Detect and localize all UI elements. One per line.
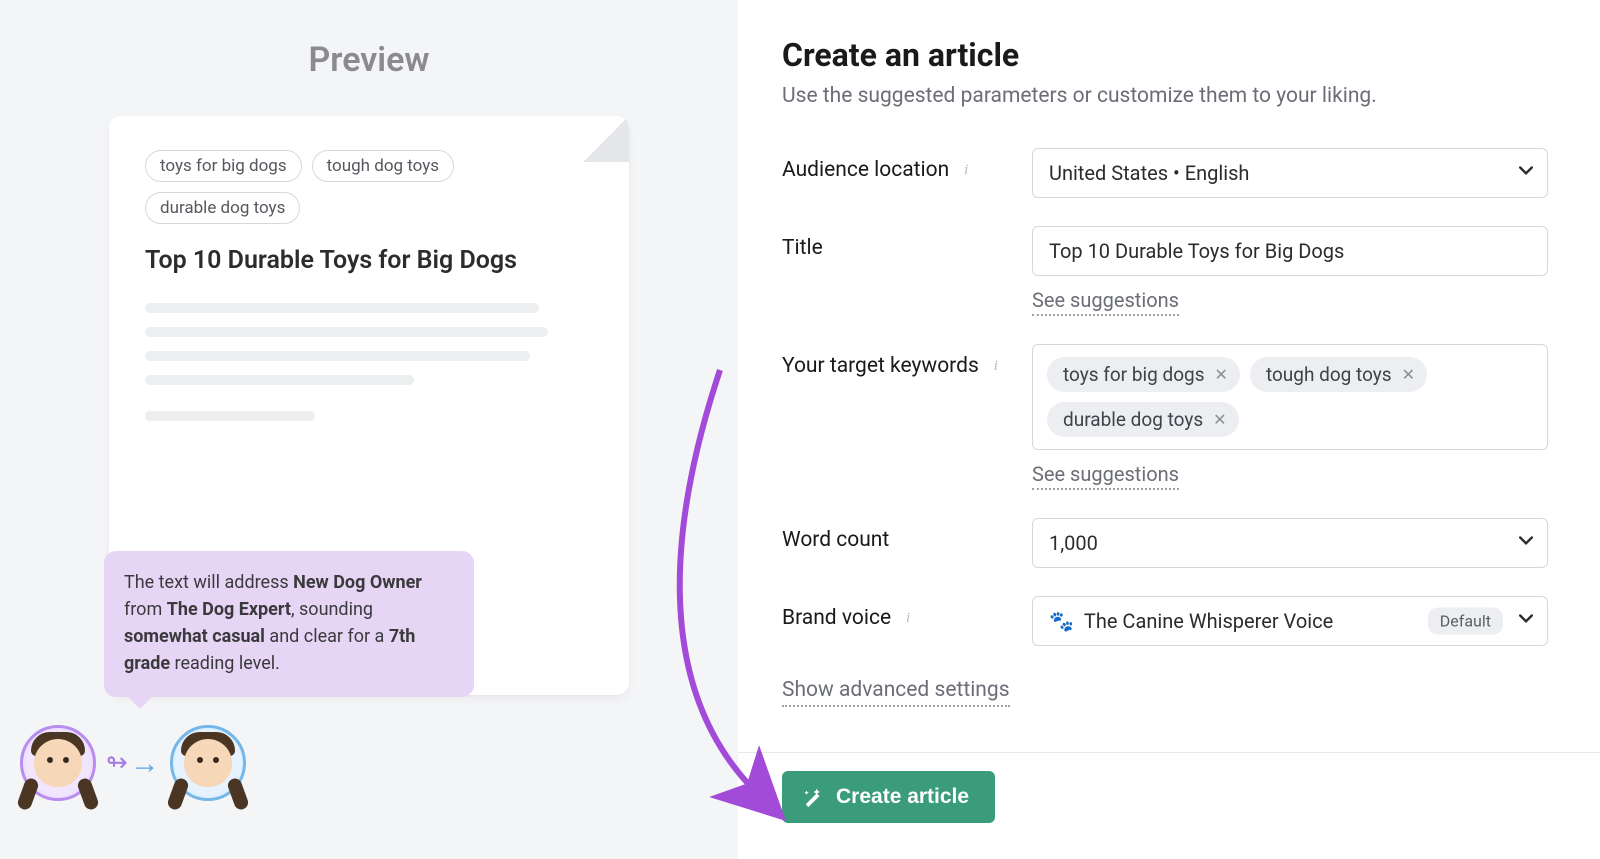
swap-arrow-icon: ↬→ [106,746,160,781]
footer-divider [738,752,1600,753]
keywords-input[interactable]: toys for big dogs ✕ tough dog toys ✕ dur… [1032,344,1548,450]
magic-wand-icon [802,786,824,808]
avatar-to [170,725,246,801]
form-title: Create an article [782,36,1548,74]
avatar-swap-row: ↬→ [20,725,246,801]
word-count-select[interactable]: 1,000 [1032,518,1548,568]
remove-keyword-icon[interactable]: ✕ [1215,365,1228,384]
info-icon[interactable]: i [987,357,1005,375]
callout-text: reading level. [170,653,280,674]
row-audience-location: Audience location i United States • Engl… [782,148,1548,198]
label-text: Brand voice [782,606,891,630]
callout-text: , sounding [291,599,373,620]
remove-keyword-icon[interactable]: ✕ [1213,410,1226,429]
callout-tail-icon [126,695,154,709]
title-see-suggestions-link[interactable]: See suggestions [1032,288,1179,316]
row-keywords: Your target keywords i toys for big dogs… [782,344,1548,490]
callout-audience: New Dog Owner [293,572,422,593]
select-value: United States • English [1049,161,1249,185]
callout-brand: The Dog Expert [167,599,291,620]
preview-tag: tough dog toys [312,150,454,182]
tone-callout: The text will address New Dog Owner from… [104,551,474,697]
brand-voice-select[interactable]: 🐾 The Canine Whisperer Voice Default [1032,596,1548,646]
row-word-count: Word count 1,000 [782,518,1548,568]
label-audience-location: Audience location i [782,148,1032,182]
default-badge: Default [1428,608,1503,635]
preview-tag: toys for big dogs [145,150,302,182]
preview-pane: Preview toys for big dogs tough dog toys… [0,0,738,859]
preview-tags: toys for big dogs tough dog toys durable… [145,150,593,224]
input-value: Top 10 Durable Toys for Big Dogs [1049,239,1344,263]
placeholder-line [145,327,548,337]
keyword-text: tough dog toys [1266,363,1392,386]
preview-heading: Preview [0,40,738,80]
avatar-from [20,725,96,801]
chevron-down-icon [1519,614,1533,628]
label-brand-voice: Brand voice i [782,596,1032,630]
keyword-chip: tough dog toys ✕ [1250,357,1427,392]
remove-keyword-icon[interactable]: ✕ [1402,365,1415,384]
show-advanced-settings-link[interactable]: Show advanced settings [782,678,1010,707]
placeholder-line [145,351,530,361]
label-text: Audience location [782,158,949,182]
title-input[interactable]: Top 10 Durable Toys for Big Dogs [1032,226,1548,276]
callout-text: from [124,599,167,620]
label-text: Your target keywords [782,354,979,378]
info-icon[interactable]: i [957,161,975,179]
keywords-see-suggestions-link[interactable]: See suggestions [1032,462,1179,490]
chevron-down-icon [1519,166,1533,180]
select-value: 1,000 [1049,531,1098,555]
chevron-down-icon [1519,536,1533,550]
callout-tone: somewhat casual [124,626,265,647]
preview-tag: durable dog toys [145,192,300,224]
info-icon[interactable]: i [899,609,917,627]
keyword-chip: durable dog toys ✕ [1047,402,1239,437]
placeholder-line [145,375,414,385]
row-brand-voice: Brand voice i 🐾 The Canine Whisperer Voi… [782,596,1548,646]
label-word-count: Word count [782,518,1032,552]
paw-icon: 🐾 [1049,609,1074,633]
keyword-chip: toys for big dogs ✕ [1047,357,1240,392]
folded-corner-icon [583,116,629,162]
preview-article-title: Top 10 Durable Toys for Big Dogs [145,246,593,275]
form-subtitle: Use the suggested parameters or customiz… [782,84,1548,108]
label-title: Title [782,226,1032,260]
callout-text: and clear for a [265,626,389,647]
label-text: Word count [782,528,889,552]
label-text: Title [782,236,823,260]
placeholder-line [145,411,315,421]
keyword-text: toys for big dogs [1063,363,1205,386]
placeholder-line [145,303,539,313]
button-label: Create article [836,785,969,809]
audience-location-select[interactable]: United States • English [1032,148,1548,198]
row-title: Title Top 10 Durable Toys for Big Dogs S… [782,226,1548,316]
keyword-text: durable dog toys [1063,408,1203,431]
select-value: The Canine Whisperer Voice [1084,609,1333,633]
label-keywords: Your target keywords i [782,344,1032,378]
form-pane: Create an article Use the suggested para… [738,0,1600,859]
callout-text: The text will address [124,572,293,593]
create-article-button[interactable]: Create article [782,771,995,823]
